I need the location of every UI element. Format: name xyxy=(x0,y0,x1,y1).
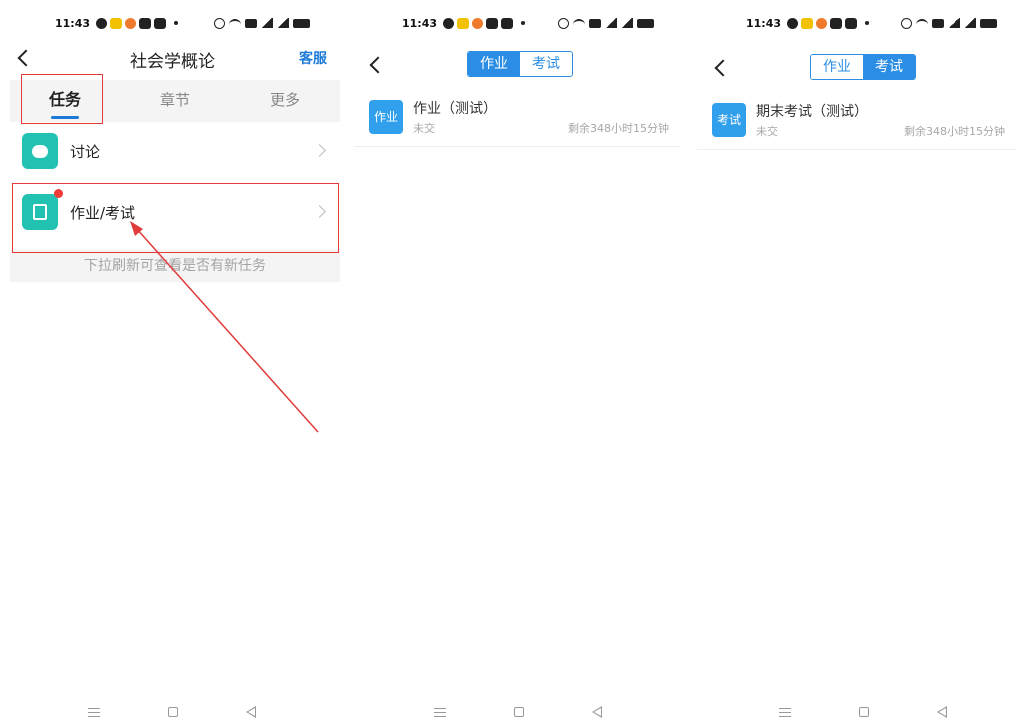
segment-exam[interactable]: 考试 xyxy=(520,52,572,76)
back-triangle-icon[interactable] xyxy=(246,706,256,718)
type-badge: 作业 xyxy=(369,100,403,134)
battery-icon xyxy=(980,18,997,28)
wechat-icon xyxy=(443,17,455,29)
wifi-icon xyxy=(916,18,928,28)
hd-icon xyxy=(589,18,601,28)
status-time: 11:43 xyxy=(746,16,782,30)
signal-icon xyxy=(621,18,633,28)
alarm-icon xyxy=(901,17,912,29)
tiktok-icon xyxy=(830,17,843,29)
menu-icon[interactable] xyxy=(434,707,446,717)
submission-status: 未交 xyxy=(756,125,778,138)
back-triangle-icon[interactable] xyxy=(937,706,947,718)
signal-icon xyxy=(948,18,960,28)
more-dot-icon xyxy=(865,21,870,25)
hd-icon xyxy=(932,18,944,28)
tiktok-icon xyxy=(486,17,499,29)
message-icon xyxy=(501,17,514,29)
home-icon[interactable] xyxy=(168,707,178,717)
alarm-icon xyxy=(558,17,569,29)
menu-icon[interactable] xyxy=(88,707,100,717)
status-right xyxy=(901,14,997,32)
wechat-icon xyxy=(787,17,799,29)
item-title: 作业（测试） xyxy=(413,101,497,117)
battery-icon xyxy=(637,18,654,28)
wifi-icon xyxy=(573,18,585,28)
weibo-icon xyxy=(472,17,484,29)
submission-status: 未交 xyxy=(413,122,435,135)
back-triangle-icon[interactable] xyxy=(592,706,602,718)
signal-icon xyxy=(605,18,617,28)
phone-screen-course: 11:43 社会学概论 客服 任务 章节 更多 讨论 作业/考试 下拉刷新可查看… xyxy=(0,0,345,722)
type-badge: 考试 xyxy=(712,103,746,137)
item-title: 期末考试（测试） xyxy=(756,104,868,120)
status-time: 11:43 xyxy=(402,16,438,30)
status-right xyxy=(558,14,654,32)
phone-screen-homework: 11:43 作业 考试 作业 作业（测试） 未交 剩余348小时15分钟 xyxy=(350,0,685,722)
homework-exam-switch: 作业 考试 xyxy=(467,51,573,77)
status-bar: 11:43 xyxy=(746,14,872,32)
annotation-arrow xyxy=(130,221,319,433)
homework-exam-switch: 作业 考试 xyxy=(810,54,916,80)
segment-exam[interactable]: 考试 xyxy=(863,55,915,79)
system-nav-bar xyxy=(88,704,256,720)
status-bar: 11:43 xyxy=(402,14,528,32)
weibo-icon xyxy=(816,17,828,29)
more-dot-icon xyxy=(521,21,526,25)
phone-screen-exam: 11:43 作业 考试 考试 期末考试（测试） 未交 剩余348小时15分钟 xyxy=(693,0,1021,722)
segment-homework[interactable]: 作业 xyxy=(811,55,863,79)
app-notification-icon xyxy=(801,17,814,29)
app-notification-icon xyxy=(457,17,470,29)
back-button[interactable] xyxy=(372,59,384,71)
menu-icon[interactable] xyxy=(779,707,791,717)
list-item[interactable]: 考试 期末考试（测试） 未交 剩余348小时15分钟 xyxy=(697,90,1017,150)
time-remaining: 剩余348小时15分钟 xyxy=(568,122,669,135)
home-icon[interactable] xyxy=(859,707,869,717)
system-nav-bar xyxy=(779,704,947,720)
back-button[interactable] xyxy=(717,62,729,74)
system-nav-bar xyxy=(434,704,602,720)
list-item[interactable]: 作业 作业（测试） 未交 剩余348小时15分钟 xyxy=(354,87,681,147)
home-icon[interactable] xyxy=(514,707,524,717)
signal-icon xyxy=(964,18,976,28)
message-icon xyxy=(845,17,858,29)
segment-homework[interactable]: 作业 xyxy=(468,52,520,76)
time-remaining: 剩余348小时15分钟 xyxy=(904,125,1005,138)
